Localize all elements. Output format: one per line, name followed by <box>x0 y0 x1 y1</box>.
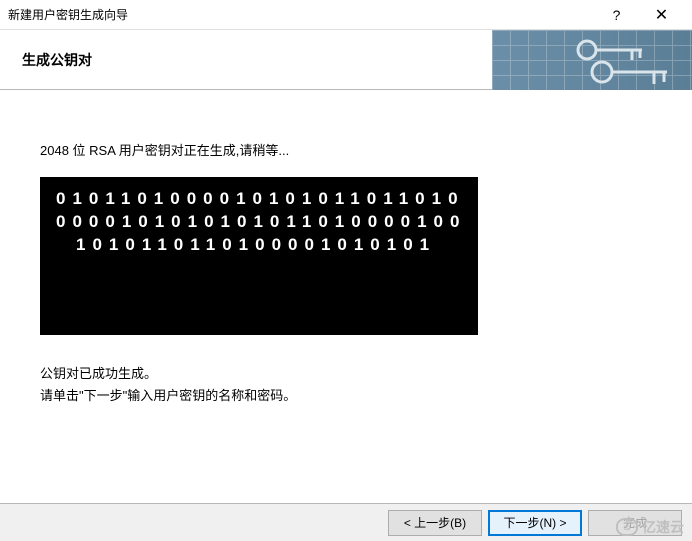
next-button[interactable]: 下一步(N) > <box>488 510 582 536</box>
finish-button[interactable]: 完成 <box>588 510 682 536</box>
binary-line: 0000101010101011010000100 <box>56 210 464 233</box>
generation-status: 2048 位 RSA 用户密钥对正在生成,请稍等... <box>40 140 652 159</box>
binary-line: 1010110110100001010101 <box>56 233 464 256</box>
success-message: 公钥对已成功生成。 请单击"下一步"输入用户密钥的名称和密码。 <box>40 363 652 407</box>
titlebar-controls: ? ✕ <box>594 1 684 29</box>
wizard-header: 生成公钥对 <box>0 30 692 90</box>
window-title: 新建用户密钥生成向导 <box>8 6 594 23</box>
wizard-footer: < 上一步(B) 下一步(N) > 完成 <box>0 503 692 541</box>
titlebar: 新建用户密钥生成向导 ? ✕ <box>0 0 692 30</box>
key-icon <box>492 30 692 90</box>
success-line-1: 公钥对已成功生成。 <box>40 363 652 385</box>
binary-animation-box: 0101101000010101011011010 00001010101010… <box>40 177 478 335</box>
close-button[interactable]: ✕ <box>639 1 684 29</box>
binary-line: 0101101000010101011011010 <box>56 187 464 210</box>
back-button[interactable]: < 上一步(B) <box>388 510 482 536</box>
success-line-2: 请单击"下一步"输入用户密钥的名称和密码。 <box>40 385 652 407</box>
wizard-step-title: 生成公钥对 <box>0 50 92 70</box>
help-button[interactable]: ? <box>594 1 639 29</box>
header-graphic <box>492 30 692 90</box>
wizard-content: 2048 位 RSA 用户密钥对正在生成,请稍等... 010110100001… <box>0 90 692 503</box>
